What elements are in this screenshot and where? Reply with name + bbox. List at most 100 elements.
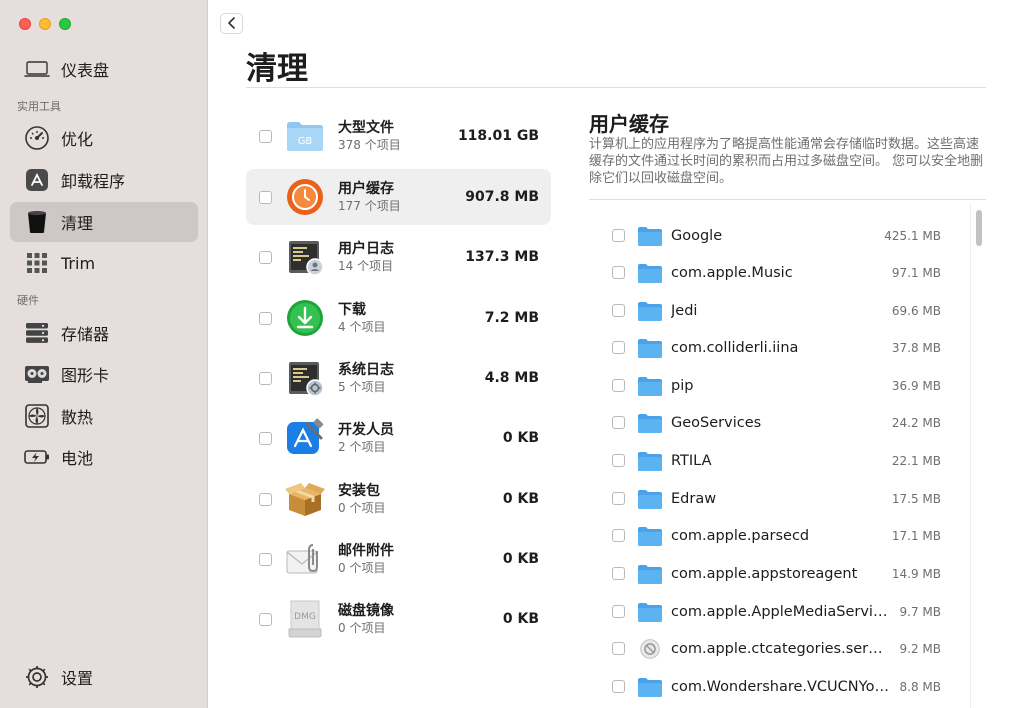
checkbox[interactable] <box>259 371 272 385</box>
checkbox[interactable] <box>612 416 625 429</box>
category-name: 用户日志 <box>338 241 394 257</box>
file-row[interactable]: com.apple.parsecd 17.1 MB <box>589 517 969 554</box>
folder-icon <box>638 677 662 697</box>
section-title-hardware: 硬件 <box>17 294 39 307</box>
file-name: com.Wondershare.VCUCNYou... <box>671 678 891 695</box>
category-size: 0 KB <box>502 491 539 507</box>
category-name: 用户缓存 <box>338 181 394 197</box>
checkbox[interactable] <box>259 311 272 325</box>
file-size: 9.7 MB <box>899 604 941 619</box>
sidebar-item-dashboard[interactable]: 仪表盘 <box>10 49 198 89</box>
back-button[interactable] <box>220 13 243 34</box>
minimize-window-button[interactable] <box>39 18 51 30</box>
checkbox[interactable] <box>259 612 272 626</box>
category-row-installer-package[interactable]: 安装包 0 个项目 0 KB <box>246 471 551 527</box>
disk-image-badge: DMG <box>294 612 316 622</box>
checkbox[interactable] <box>612 529 625 542</box>
mail-attachment-icon <box>285 539 325 579</box>
file-name: com.apple.appstoreagent <box>671 565 858 582</box>
scrollbar-thumb[interactable] <box>976 210 982 246</box>
checkbox[interactable] <box>259 431 272 445</box>
file-row[interactable]: GeoServices 24.2 MB <box>589 404 969 441</box>
sidebar-item-label: 设置 <box>61 669 94 688</box>
category-name: 邮件附件 <box>338 543 394 559</box>
sidebar-item-settings[interactable]: 设置 <box>10 657 198 697</box>
checkbox[interactable] <box>612 229 625 242</box>
file-name: Edraw <box>671 490 717 507</box>
category-name: 大型文件 <box>338 120 394 136</box>
file-row[interactable]: com.apple.ctcategories.service 9.2 MB <box>589 630 969 667</box>
folder-icon <box>638 301 662 321</box>
checkbox[interactable] <box>259 492 272 506</box>
category-row-large-files[interactable]: GB 大型文件 378 个项目 118.01 GB <box>246 108 551 164</box>
checkbox[interactable] <box>612 454 625 467</box>
sidebar-item-clean[interactable]: 清理 <box>10 202 198 242</box>
chevron-left-icon <box>227 14 237 33</box>
sidebar-item-uninstall[interactable]: 卸载程序 <box>10 160 198 200</box>
checkbox[interactable] <box>612 567 625 580</box>
checkbox[interactable] <box>259 190 272 204</box>
checkbox[interactable] <box>612 605 625 618</box>
checkbox[interactable] <box>259 129 272 143</box>
category-row-downloads[interactable]: 下载 4 个项目 7.2 MB <box>246 290 551 346</box>
file-row[interactable]: com.apple.Music 97.1 MB <box>589 254 969 291</box>
file-size: 37.8 MB <box>891 340 941 355</box>
folder-icon <box>638 338 662 358</box>
category-count: 378 个项目 <box>338 138 401 152</box>
file-row[interactable]: com.colliderli.iina 37.8 MB <box>589 329 969 366</box>
file-row[interactable]: Jedi 69.6 MB <box>589 292 969 329</box>
file-row[interactable]: Edraw 17.5 MB <box>589 480 969 517</box>
sidebar-item-cooling[interactable]: 散热 <box>10 396 198 436</box>
file-row[interactable]: com.apple.appstoreagent 14.9 MB <box>589 555 969 592</box>
checkbox[interactable] <box>259 250 272 264</box>
category-name: 安装包 <box>338 483 380 499</box>
sidebar-item-storage[interactable]: 存储器 <box>10 313 198 353</box>
file-size: 17.1 MB <box>891 528 941 543</box>
scrollbar[interactable] <box>970 204 986 708</box>
battery-charging-icon <box>24 444 50 470</box>
file-name: com.colliderli.iina <box>671 339 799 356</box>
file-name: com.apple.ctcategories.service <box>671 640 891 657</box>
close-window-button[interactable] <box>19 18 31 30</box>
file-row[interactable]: pip 36.9 MB <box>589 367 969 404</box>
file-row[interactable]: com.apple.AppleMediaServices 9.7 MB <box>589 593 969 630</box>
sidebar-item-graphics[interactable]: 图形卡 <box>10 354 198 394</box>
file-size: 97.1 MB <box>891 265 941 280</box>
category-row-system-logs[interactable]: 系统日志 5 个项目 4.8 MB <box>246 350 551 406</box>
fan-icon <box>24 403 50 429</box>
checkbox[interactable] <box>612 680 625 693</box>
storage-server-icon <box>24 320 50 346</box>
checkbox[interactable] <box>259 552 272 566</box>
sidebar-item-label: 卸载程序 <box>61 172 126 191</box>
file-row[interactable]: RTILA 22.1 MB <box>589 442 969 479</box>
checkbox[interactable] <box>612 642 625 655</box>
category-count: 5 个项目 <box>338 380 386 394</box>
zoom-window-button[interactable] <box>59 18 71 30</box>
category-row-developer[interactable]: 开发人员 2 个项目 0 KB <box>246 410 551 466</box>
large-files-badge: GB <box>298 136 313 147</box>
category-row-disk-image[interactable]: DMG 磁盘镜像 0 个项目 0 KB <box>246 591 551 647</box>
file-size: 8.8 MB <box>899 679 941 694</box>
blocked-app-icon <box>640 638 660 659</box>
checkbox[interactable] <box>612 341 625 354</box>
sidebar-item-battery[interactable]: 电池 <box>10 437 198 477</box>
file-size: 22.1 MB <box>891 453 941 468</box>
category-row-user-logs[interactable]: 用户日志 14 个项目 137.3 MB <box>246 229 551 285</box>
category-name: 下载 <box>338 302 366 318</box>
file-row[interactable]: Google 425.1 MB <box>589 217 969 254</box>
file-size: 69.6 MB <box>891 303 941 318</box>
category-row-mail-attachment[interactable]: 邮件附件 0 个项目 0 KB <box>246 531 551 587</box>
folder-icon <box>638 526 662 546</box>
file-row[interactable]: com.Wondershare.VCUCNYou... 8.8 MB <box>589 668 969 705</box>
sidebar-item-trim[interactable]: Trim <box>10 243 198 283</box>
detail-title: 用户缓存 <box>589 112 669 136</box>
user-logs-icon <box>285 237 325 277</box>
checkbox[interactable] <box>612 266 625 279</box>
checkbox[interactable] <box>612 379 625 392</box>
sidebar-item-optimize[interactable]: 优化 <box>10 118 198 158</box>
category-row-user-cache[interactable]: 用户缓存 177 个项目 907.8 MB <box>246 169 551 225</box>
category-name: 开发人员 <box>338 422 394 438</box>
file-name: pip <box>671 377 694 394</box>
checkbox[interactable] <box>612 492 625 505</box>
checkbox[interactable] <box>612 304 625 317</box>
